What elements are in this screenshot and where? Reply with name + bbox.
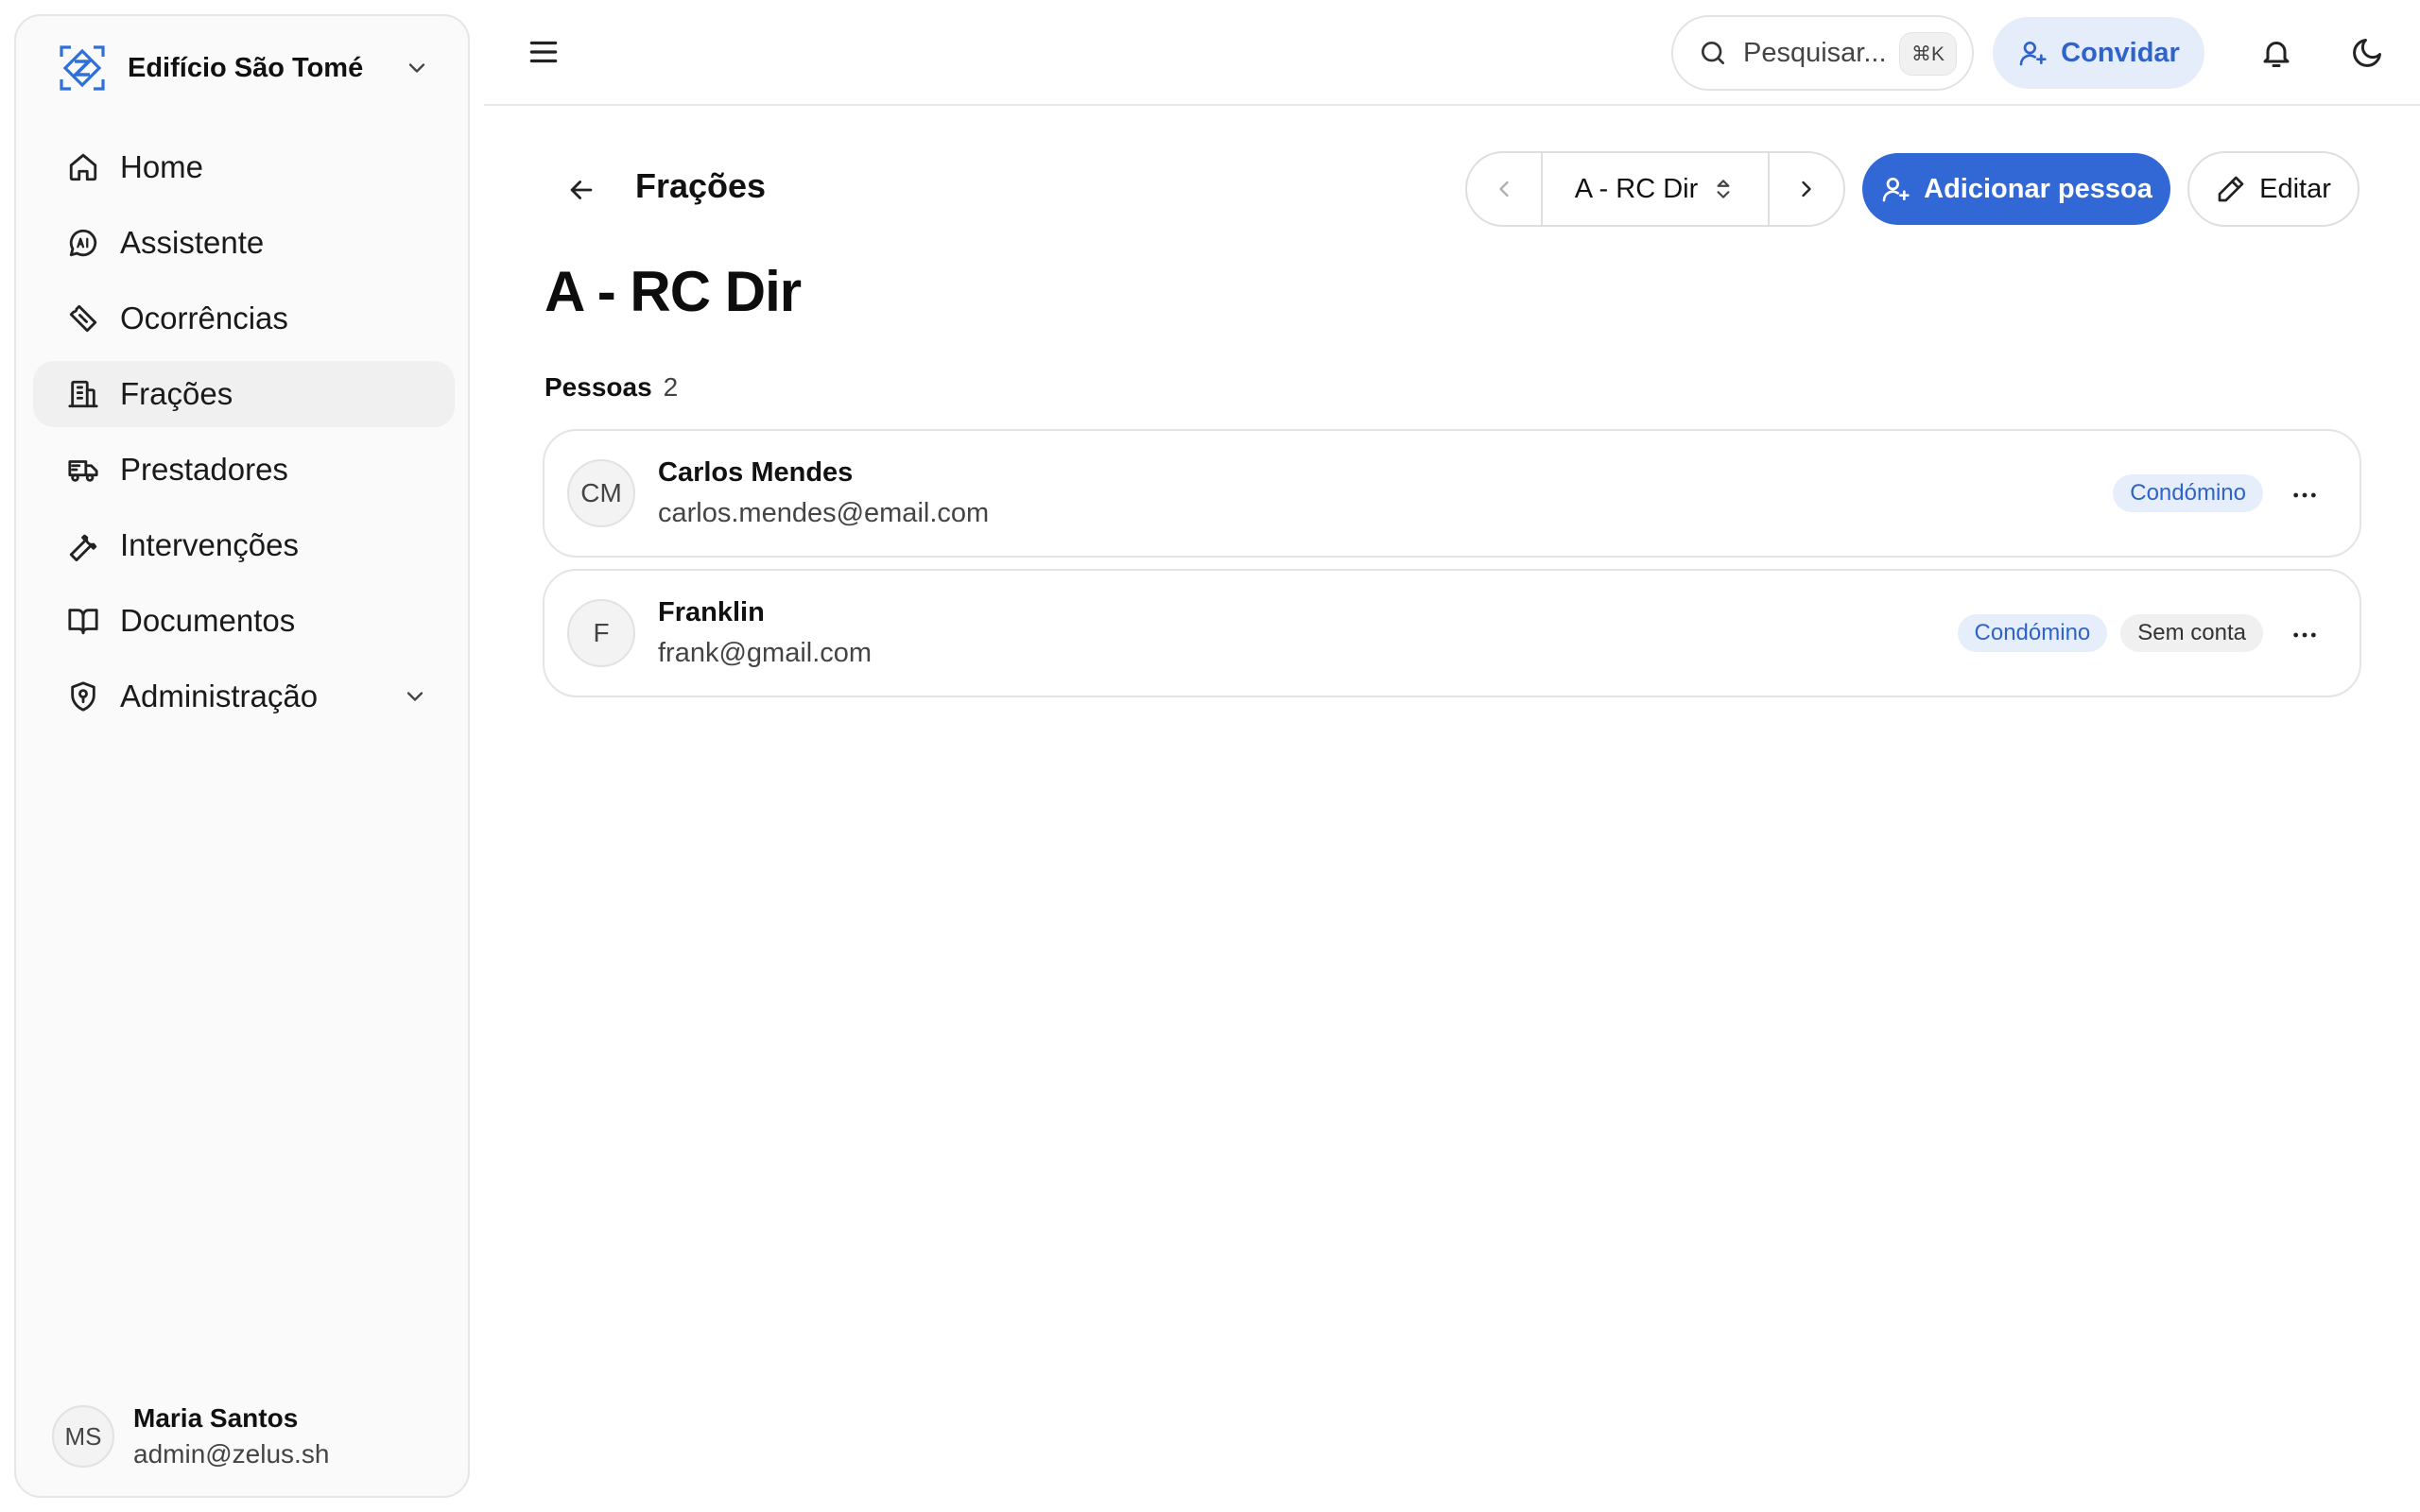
search-placeholder: Pesquisar...	[1743, 37, 1887, 68]
sidebar-item-label: Intervenções	[120, 527, 299, 562]
person-row[interactable]: F Franklin frank@gmail.com Condómino Sem…	[543, 569, 2361, 697]
sidebar-item-label: Prestadores	[120, 452, 288, 487]
user-menu[interactable]: MS Maria Santos admin@zelus.sh	[52, 1391, 449, 1482]
moon-icon[interactable]	[2350, 36, 2384, 70]
chevron-left-icon	[1491, 176, 1517, 202]
user-plus-icon	[2017, 38, 2048, 68]
person-badges: Condómino	[2113, 474, 2263, 512]
person-name: Carlos Mendes	[658, 457, 854, 488]
add-person-label: Adicionar pessoa	[1924, 173, 2152, 204]
sidebar-item-label: Administração	[120, 679, 319, 713]
avatar: F	[567, 599, 635, 667]
people-count: 2	[663, 372, 679, 402]
sidebar-item-administracao[interactable]: Administração	[33, 663, 455, 730]
user-plus-icon	[1880, 174, 1910, 204]
wrench-icon	[67, 529, 99, 561]
invite-label: Convidar	[2061, 37, 2180, 68]
avatar: CM	[567, 459, 635, 527]
sidebar-item-home[interactable]: Home	[33, 134, 455, 200]
menu-icon[interactable]	[526, 34, 562, 70]
book-icon	[67, 605, 99, 637]
user-email: admin@zelus.sh	[133, 1439, 330, 1469]
sidebar-item-label: Frações	[120, 376, 233, 411]
sidebar-item-intervencoes[interactable]: Intervenções	[33, 512, 455, 578]
invite-button[interactable]: Convidar	[1993, 17, 2204, 89]
sidebar-item-label: Home	[120, 149, 204, 184]
sidebar-item-assistente[interactable]: Assistente	[33, 210, 455, 276]
sidebar-item-label: Assistente	[120, 225, 265, 260]
unit-select[interactable]: A - RC Dir	[1543, 153, 1768, 225]
edit-button[interactable]: Editar	[2187, 151, 2360, 227]
sidebar: Edifício São Tomé Home Assistente Ocorrê…	[14, 14, 470, 1498]
sidebar-item-ocorrencias[interactable]: Ocorrências	[33, 285, 455, 352]
sidebar-item-fracoes[interactable]: Frações	[33, 361, 455, 427]
unit-select-value: A - RC Dir	[1574, 173, 1699, 204]
search-shortcut: ⌘K	[1898, 32, 1957, 76]
avatar: MS	[52, 1405, 114, 1468]
people-label: Pessoas	[544, 372, 652, 402]
chevrons-up-down-icon	[1711, 177, 1736, 201]
person-email: frank@gmail.com	[658, 638, 873, 668]
truck-icon	[67, 454, 99, 486]
building-icon	[67, 378, 99, 410]
unit-pager: A - RC Dir	[1465, 151, 1845, 227]
search-input[interactable]: Pesquisar... ⌘K	[1671, 15, 1974, 91]
people-section-header: Pessoas 2	[544, 372, 678, 403]
edit-label: Editar	[2259, 173, 2331, 204]
search-icon	[1698, 38, 1728, 68]
sidebar-item-label: Ocorrências	[120, 301, 288, 335]
chevron-down-icon	[404, 55, 430, 81]
person-email: carlos.mendes@email.com	[658, 498, 990, 528]
organization-switcher[interactable]: Edifício São Tomé	[43, 35, 449, 101]
status-badge: Sem conta	[2120, 614, 2263, 652]
person-row[interactable]: CM Carlos Mendes carlos.mendes@email.com…	[543, 429, 2361, 558]
user-name: Maria Santos	[133, 1403, 299, 1433]
user-info: Maria Santos admin@zelus.sh	[133, 1403, 329, 1469]
more-icon[interactable]	[2290, 620, 2320, 650]
home-icon	[67, 151, 99, 183]
role-badge: Condómino	[2113, 474, 2263, 512]
chevron-right-icon	[1793, 176, 1820, 202]
person-name: Franklin	[658, 597, 765, 627]
logo-icon	[58, 43, 107, 93]
person-badges: Condómino Sem conta	[1957, 614, 2263, 652]
previous-unit-button[interactable]	[1467, 153, 1543, 225]
breadcrumb: Frações	[635, 166, 767, 205]
role-badge: Condómino	[1957, 614, 2108, 652]
person-info: Franklin frank@gmail.com	[658, 597, 872, 669]
back-arrow-icon[interactable]	[565, 174, 597, 206]
next-unit-button[interactable]	[1768, 153, 1843, 225]
add-person-button[interactable]: Adicionar pessoa	[1862, 153, 2170, 225]
organization-name: Edifício São Tomé	[128, 52, 364, 83]
people-list: CM Carlos Mendes carlos.mendes@email.com…	[543, 429, 2361, 709]
bell-icon[interactable]	[2259, 36, 2293, 70]
page-title: A - RC Dir	[544, 260, 802, 323]
sidebar-item-documentos[interactable]: Documentos	[33, 588, 455, 654]
sidebar-item-prestadores[interactable]: Prestadores	[33, 437, 455, 503]
topbar: Pesquisar... ⌘K Convidar	[484, 0, 2420, 106]
pencil-icon	[2216, 174, 2246, 204]
chevron-down-icon	[402, 683, 428, 710]
more-icon[interactable]	[2290, 480, 2320, 510]
shield-icon	[67, 680, 99, 713]
ai-chat-icon	[67, 227, 99, 259]
ticket-icon	[67, 302, 99, 335]
person-info: Carlos Mendes carlos.mendes@email.com	[658, 457, 989, 529]
sidebar-nav: Home Assistente Ocorrências Frações Pres…	[33, 134, 455, 739]
sidebar-item-label: Documentos	[120, 603, 296, 638]
